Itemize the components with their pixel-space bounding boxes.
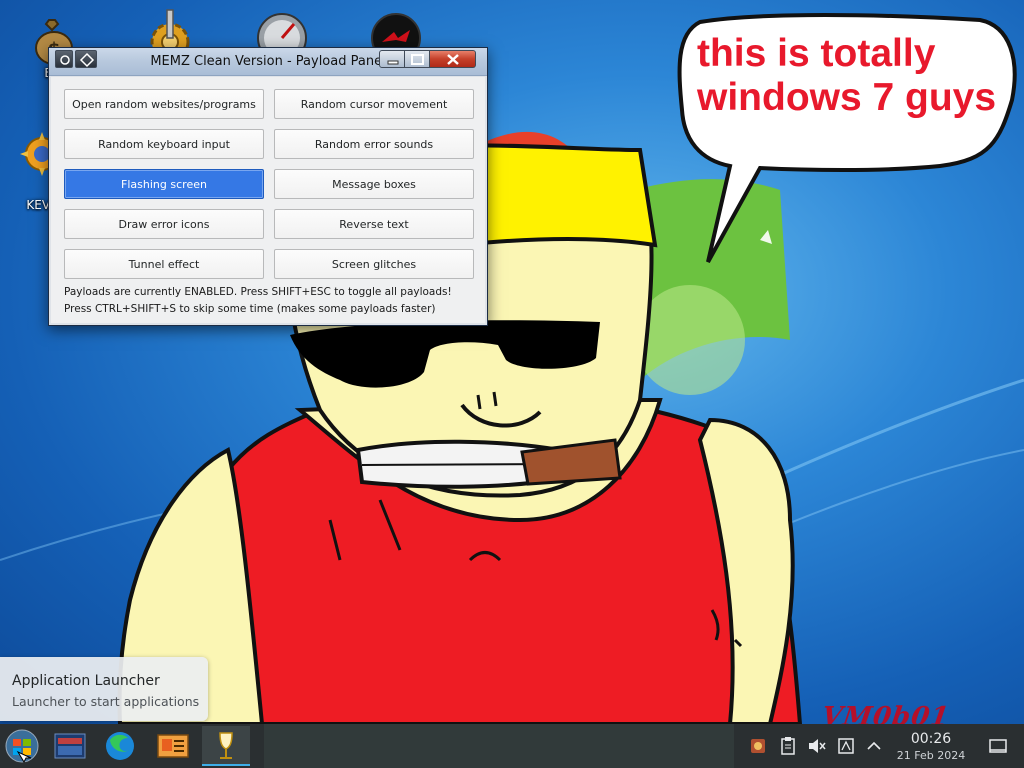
taskbar-app-browser[interactable] — [100, 726, 140, 766]
application-launcher-tooltip: Application Launcher Launcher to start a… — [0, 657, 208, 721]
volume-tray-button[interactable] — [806, 736, 826, 756]
taskbar-app-wine[interactable] — [202, 726, 250, 766]
status-text-skip-time: Press CTRL+SHIFT+S to skip some time (ma… — [64, 303, 436, 315]
speech-bubble-line-2: windows 7 guys — [697, 76, 997, 119]
browser-icon — [106, 732, 134, 760]
tooltip-title: Application Launcher — [12, 673, 160, 689]
clipboard-icon — [781, 737, 795, 755]
taskbar-app-file-manager[interactable] — [50, 726, 90, 766]
system-info-icon — [157, 734, 189, 758]
file-manager-icon — [54, 733, 86, 759]
minimize-button[interactable] — [379, 50, 405, 68]
payload-error-sounds-button[interactable]: Random error sounds — [274, 129, 474, 159]
volume-muted-icon — [809, 739, 826, 753]
show-desktop-button[interactable] — [988, 736, 1008, 756]
close-icon — [447, 54, 459, 65]
fire-app-icon — [751, 739, 765, 753]
tooltip-subtitle: Launcher to start applications — [12, 694, 200, 709]
payload-panel: Open random websites/programs Random cur… — [51, 77, 485, 323]
notes-icon — [838, 738, 854, 754]
payload-reverse-text-button[interactable]: Reverse text — [274, 209, 474, 239]
show-desktop-icon — [989, 739, 1007, 753]
maximize-button[interactable] — [405, 50, 430, 68]
tray-app-icon[interactable] — [748, 736, 768, 756]
show-hidden-icons-button[interactable] — [864, 736, 884, 756]
speech-bubble-text: this is totally windows 7 guys — [697, 32, 997, 120]
payload-error-icons-button[interactable]: Draw error icons — [64, 209, 264, 239]
wine-glass-icon — [219, 732, 233, 759]
chevron-up-icon — [867, 741, 881, 750]
payload-flashing-screen-button[interactable]: Flashing screen — [64, 169, 264, 199]
clipboard-tray-button[interactable] — [778, 736, 798, 756]
maximize-icon — [411, 54, 424, 65]
window-titlebar[interactable]: MEMZ Clean Version - Payload Panel — [49, 48, 487, 76]
memz-payload-window[interactable]: MEMZ Clean Version - Payload Panel Open … — [48, 47, 488, 326]
close-button[interactable] — [430, 50, 476, 68]
watermark: VM0b01 — [819, 702, 952, 724]
application-launcher-button[interactable] — [2, 726, 42, 766]
notifications-tray-button[interactable] — [836, 736, 856, 756]
taskbar-app-system-info[interactable] — [152, 726, 194, 766]
taskbar: 00:26 21 Feb 2024 — [0, 724, 1024, 768]
task-manager-area[interactable] — [264, 724, 734, 768]
status-text-enabled: Payloads are currently ENABLED. Press SH… — [64, 286, 452, 298]
payload-open-websites-button[interactable]: Open random websites/programs — [64, 89, 264, 119]
payload-keyboard-input-button[interactable]: Random keyboard input — [64, 129, 264, 159]
clock-time[interactable]: 00:26 — [893, 731, 969, 747]
minimize-icon — [387, 60, 399, 65]
speech-bubble-line-1: this is totally — [697, 32, 936, 75]
payload-message-boxes-button[interactable]: Message boxes — [274, 169, 474, 199]
payload-tunnel-effect-button[interactable]: Tunnel effect — [64, 249, 264, 279]
clock-date[interactable]: 21 Feb 2024 — [888, 749, 974, 762]
payload-screen-glitches-button[interactable]: Screen glitches — [274, 249, 474, 279]
payload-cursor-movement-button[interactable]: Random cursor movement — [274, 89, 474, 119]
windows-orb-icon — [5, 729, 39, 764]
